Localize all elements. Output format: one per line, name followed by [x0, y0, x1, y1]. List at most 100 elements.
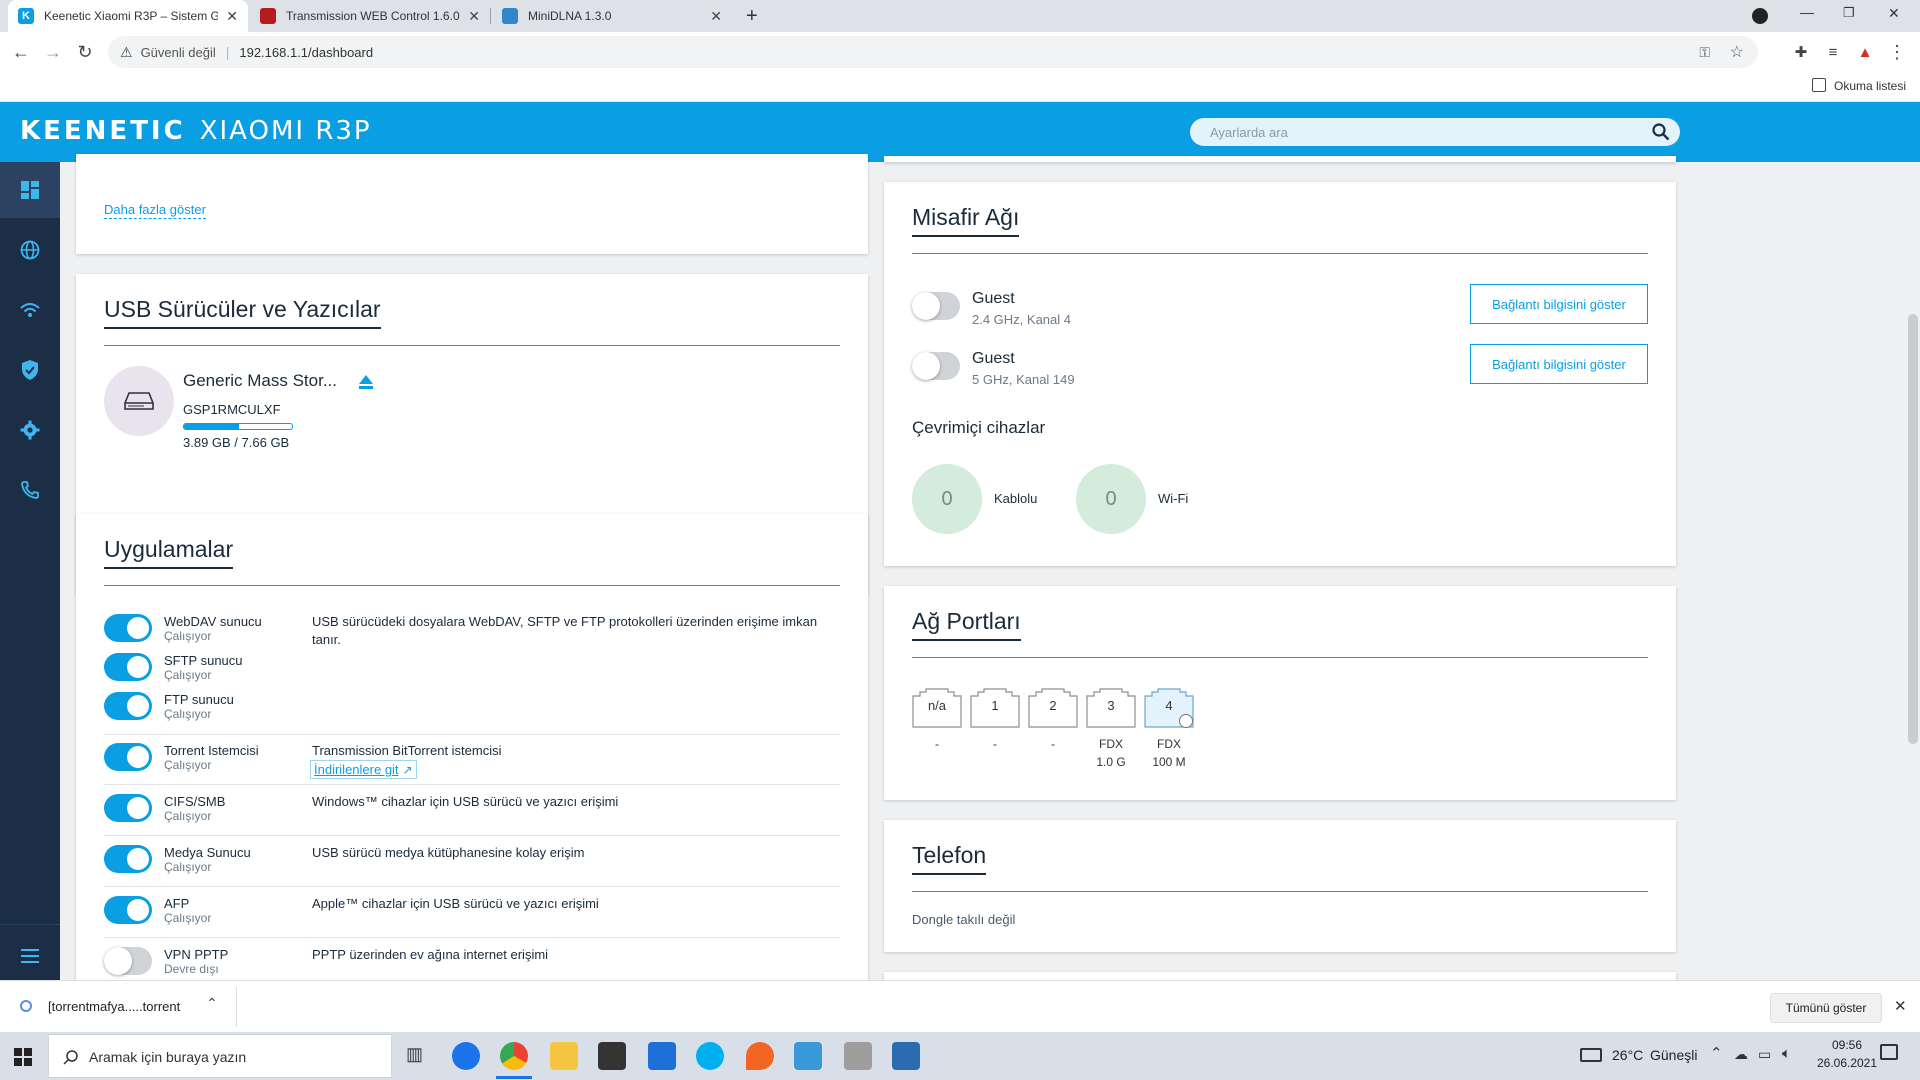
- sidebar-item-settings[interactable]: [0, 402, 60, 458]
- toggle-ftp[interactable]: [104, 692, 152, 720]
- guest-5-info-button[interactable]: Bağlantı bilgisini göster: [1470, 344, 1648, 384]
- port-4[interactable]: 4: [1144, 688, 1194, 728]
- sidebar-item-phone[interactable]: [0, 462, 60, 518]
- toggle-webdav[interactable]: [104, 614, 152, 642]
- downloads-link-text[interactable]: İndirilenlere git: [314, 762, 399, 777]
- weather-text[interactable]: Güneşli: [1650, 1047, 1697, 1063]
- downloads-link[interactable]: İndirilenlere git ↗: [310, 760, 417, 779]
- task-view-icon[interactable]: ▥: [406, 1044, 423, 1065]
- weather-temp[interactable]: 26°C: [1612, 1047, 1643, 1063]
- hamburger-icon: [21, 949, 39, 963]
- taskbar-search-box[interactable]: Aramak için buraya yazın: [48, 1034, 392, 1078]
- media-control-icon[interactable]: ≡: [1818, 32, 1848, 72]
- toggle-guest-5[interactable]: [912, 352, 960, 380]
- sidebar-menu-button[interactable]: [0, 928, 60, 980]
- wired-label: Kablolu: [994, 491, 1038, 506]
- extensions-icon[interactable]: ✚: [1786, 32, 1816, 72]
- wired-count-circle[interactable]: 0: [912, 464, 982, 534]
- toggle-vpn-pptp[interactable]: [104, 947, 152, 975]
- download-options-chevron-icon[interactable]: ⌃: [206, 995, 218, 1012]
- toggle-cifs[interactable]: [104, 794, 152, 822]
- clock-time[interactable]: 09:56: [1812, 1038, 1882, 1052]
- download-file-name[interactable]: [torrentmafya.....torrent: [48, 999, 180, 1014]
- browser-toolbar: ← → ↻ ⚠ Güvenli değil | 192.168.1.1/dash…: [0, 32, 1920, 72]
- tab-transmission[interactable]: Transmission WEB Control 1.6.0 ✕: [250, 0, 490, 32]
- app-state-vpn: Devre dışı: [164, 962, 219, 976]
- keenetic-logo[interactable]: KEENETIC XIAOMI R3P: [20, 116, 372, 146]
- security-label[interactable]: Güvenli değil: [141, 45, 216, 60]
- close-tab-icon[interactable]: ✕: [226, 8, 238, 25]
- keenetic-app: KEENETIC XIAOMI R3P Ayarlarda ara Daha f…: [0, 102, 1920, 980]
- photos-app-icon[interactable]: [892, 1042, 920, 1070]
- file-explorer-icon[interactable]: [550, 1042, 578, 1070]
- edge-app-icon[interactable]: [452, 1042, 480, 1070]
- download-shelf: [torrentmafya.....torrent ⌃ Tümünü göste…: [0, 980, 1920, 1032]
- back-button[interactable]: ←: [6, 32, 36, 72]
- key-icon[interactable]: ⚿: [1699, 44, 1710, 61]
- close-tab-icon[interactable]: ✕: [468, 8, 480, 25]
- port-2[interactable]: 2: [1028, 688, 1078, 728]
- dashboard-icon: [21, 181, 39, 199]
- toggle-afp[interactable]: [104, 896, 152, 924]
- toggle-sftp[interactable]: [104, 653, 152, 681]
- forward-button[interactable]: →: [38, 32, 68, 72]
- notifications-icon[interactable]: [1880, 1044, 1898, 1060]
- skype-app-icon[interactable]: [696, 1042, 724, 1070]
- reading-list-icon: [1812, 78, 1826, 92]
- apps-card: Uygulamalar WebDAV sunucu Çalışıyor USB …: [76, 514, 868, 980]
- window-close-button[interactable]: ✕: [1888, 5, 1900, 22]
- port-speed: 100 M: [1152, 755, 1186, 769]
- guest-5-name: Guest: [972, 350, 1015, 367]
- settings-search-input[interactable]: Ayarlarda ara: [1190, 118, 1680, 146]
- chrome-app-icon[interactable]: [500, 1042, 528, 1070]
- show-more-link[interactable]: Daha fazla göster: [104, 202, 206, 219]
- url-text[interactable]: 192.168.1.1/dashboard: [239, 45, 373, 60]
- sidebar-item-wifi[interactable]: [0, 282, 60, 338]
- app-desc-afp: Apple™ cihazlar için USB sürücü ve yazıc…: [312, 896, 599, 911]
- maps-app-icon[interactable]: [746, 1042, 774, 1070]
- eject-icon[interactable]: [358, 374, 374, 390]
- remote-app-icon[interactable]: [794, 1042, 822, 1070]
- wifi-count-circle[interactable]: 0: [1076, 464, 1146, 534]
- guest-24-name: Guest: [972, 290, 1015, 307]
- paint-app-icon[interactable]: [844, 1042, 872, 1070]
- toggle-torrent[interactable]: [104, 743, 152, 771]
- address-bar[interactable]: ⚠ Güvenli değil | 192.168.1.1/dashboard …: [108, 36, 1758, 68]
- guest-24-info-button[interactable]: Bağlantı bilgisini göster: [1470, 284, 1648, 324]
- sidebar-item-security[interactable]: [0, 342, 60, 398]
- port-3[interactable]: 3: [1086, 688, 1136, 728]
- sidebar-item-internet[interactable]: [0, 222, 60, 278]
- tab-keenetic[interactable]: K Keenetic Xiaomi R3P – Sistem Gö ✕: [8, 0, 248, 32]
- tab-search-icon[interactable]: [1752, 8, 1768, 24]
- new-tab-button[interactable]: +: [736, 0, 768, 32]
- bookmark-star-icon[interactable]: ☆: [1730, 42, 1744, 62]
- store-app-icon[interactable]: [598, 1042, 626, 1070]
- windows-start-icon[interactable]: [14, 1048, 32, 1066]
- close-tab-icon[interactable]: ✕: [710, 8, 722, 25]
- wifi-icon: [20, 303, 40, 317]
- volume-icon[interactable]: 🔈︎: [1782, 1045, 1791, 1062]
- minimize-button[interactable]: —: [1800, 4, 1814, 20]
- show-all-downloads-button[interactable]: Tümünü göster: [1770, 993, 1882, 1023]
- sidebar-item-dashboard[interactable]: [0, 162, 60, 218]
- cloud-icon[interactable]: ☁: [1734, 1046, 1748, 1063]
- reload-button[interactable]: ↻: [70, 32, 100, 72]
- close-download-shelf-icon[interactable]: ✕: [1894, 997, 1907, 1015]
- toggle-guest-24[interactable]: [912, 292, 960, 320]
- restore-button[interactable]: ❐: [1843, 5, 1855, 21]
- tab-minidlna[interactable]: MiniDLNA 1.3.0 ✕: [492, 0, 732, 32]
- search-icon[interactable]: [1652, 123, 1670, 141]
- clock-date[interactable]: 26.06.2021: [1812, 1056, 1882, 1070]
- browser-menu-icon[interactable]: ⋮: [1882, 32, 1912, 72]
- toggle-media-server[interactable]: [104, 845, 152, 873]
- profile-avatar[interactable]: ▲: [1850, 32, 1880, 72]
- port-1[interactable]: 1: [970, 688, 1020, 728]
- mail-app-icon[interactable]: [648, 1042, 676, 1070]
- reading-list-button[interactable]: Okuma listesi: [1834, 79, 1906, 93]
- network-icon[interactable]: ▭: [1758, 1046, 1771, 1063]
- page-scrollbar[interactable]: [1908, 314, 1918, 744]
- tray-chevron-icon[interactable]: ⌃: [1710, 1044, 1723, 1062]
- port-0[interactable]: n/a: [912, 688, 962, 728]
- guest-24-detail: 2.4 GHz, Kanal 4: [972, 312, 1071, 327]
- weather-icon[interactable]: [1580, 1048, 1602, 1062]
